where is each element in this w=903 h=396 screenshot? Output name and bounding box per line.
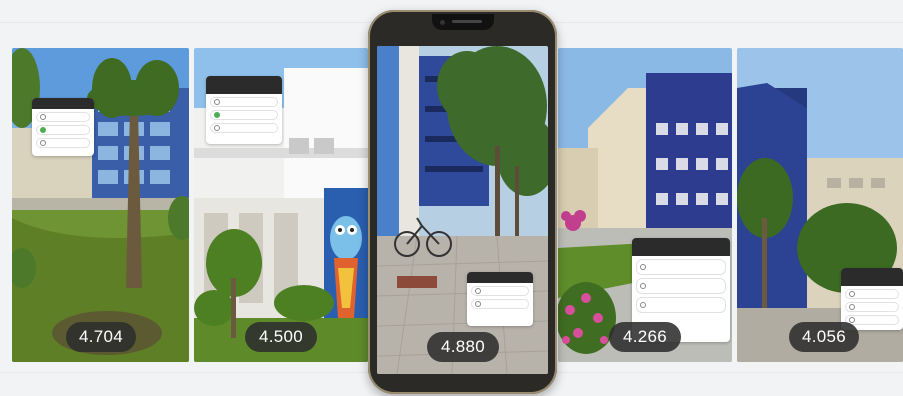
radio-dot-icon xyxy=(640,264,646,270)
radio-dot-icon xyxy=(214,99,220,105)
radio-dot-icon xyxy=(640,302,646,308)
radio-dot-icon xyxy=(849,317,855,323)
rating-badge: 4.704 xyxy=(66,322,136,352)
poll-option xyxy=(210,123,278,133)
radio-dot-icon xyxy=(214,125,220,131)
radio-dot-icon xyxy=(640,283,646,289)
poll-option xyxy=(36,138,90,148)
radio-dot-icon xyxy=(40,140,46,146)
poll-sticker xyxy=(841,268,903,330)
poll-option xyxy=(636,297,726,313)
rating-badge: 4.056 xyxy=(789,322,859,352)
rating-card-4[interactable]: 4.266 xyxy=(558,48,732,362)
rating-card-2[interactable]: 4.500 xyxy=(194,48,368,362)
poll-question xyxy=(467,272,533,283)
radio-dot-icon xyxy=(849,291,855,297)
rating-card-5[interactable]: 4.056 xyxy=(737,48,903,362)
poll-question xyxy=(632,238,730,256)
radio-dot-icon xyxy=(40,114,46,120)
rating-badge: 4.500 xyxy=(245,322,317,352)
poll-option xyxy=(210,97,278,107)
front-camera-icon xyxy=(440,20,445,25)
poll-option xyxy=(845,315,899,325)
radio-dot-icon xyxy=(849,304,855,310)
poll-question xyxy=(841,268,903,286)
poll-sticker xyxy=(206,76,282,144)
poll-sticker xyxy=(467,272,533,326)
poll-question xyxy=(32,98,94,109)
poll-option xyxy=(36,112,90,122)
radio-dot-icon xyxy=(475,301,481,307)
campus-photo-1 xyxy=(12,48,189,362)
poll-option xyxy=(636,259,726,275)
rating-badge: 4.880 xyxy=(427,332,499,362)
poll-option xyxy=(845,289,899,299)
poll-option xyxy=(36,125,90,135)
poll-option xyxy=(471,286,529,296)
radio-dot-icon xyxy=(214,112,220,118)
poll-option xyxy=(636,278,726,294)
rating-badge: 4.266 xyxy=(609,322,681,352)
rating-card-1[interactable]: 4.704 xyxy=(12,48,189,362)
poll-question xyxy=(206,76,282,94)
rating-card-3[interactable]: 4.880 xyxy=(377,46,548,374)
poll-option xyxy=(210,110,278,120)
radio-dot-icon xyxy=(40,127,46,133)
phone-speaker xyxy=(452,20,482,23)
poll-option xyxy=(845,302,899,312)
poll-sticker xyxy=(32,98,94,156)
radio-dot-icon xyxy=(475,288,481,294)
poll-option xyxy=(471,299,529,309)
phone-mockup: 4.880 xyxy=(368,10,557,394)
